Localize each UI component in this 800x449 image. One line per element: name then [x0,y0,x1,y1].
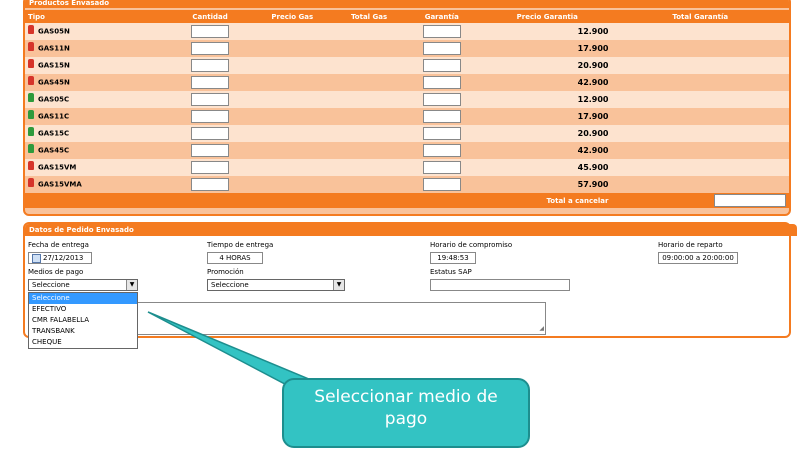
callout-box: Seleccionar medio de pago [282,378,530,448]
callout-text: Seleccionar medio de pago [314,387,498,429]
